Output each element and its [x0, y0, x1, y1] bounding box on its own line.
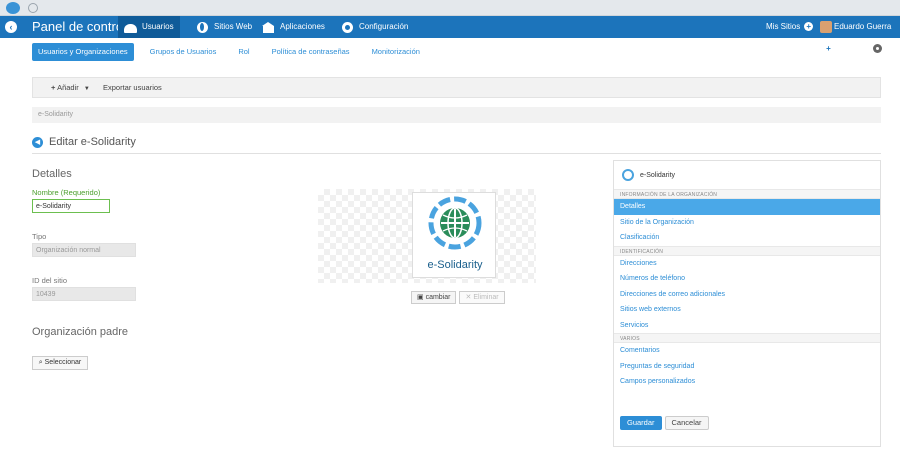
page-title: ◀ Editar e-Solidarity [32, 136, 136, 148]
options-gear-icon[interactable] [873, 44, 882, 53]
toolbar: + Añadir ▼ Exportar usuarios [32, 77, 881, 98]
back-icon[interactable]: ‹ [5, 21, 17, 33]
details-heading: Detalles [32, 168, 72, 180]
add-menu-button[interactable]: + Añadir ▼ [51, 83, 90, 92]
tab-label: Usuarios [142, 22, 174, 31]
change-logo-button[interactable]: ▣ cambiar [411, 291, 457, 304]
export-users-button[interactable]: Exportar usuarios [103, 83, 162, 92]
my-sites-label: Mis Sitios [766, 22, 801, 31]
select-parent-button[interactable]: ⌕ Seleccionar [32, 356, 88, 370]
globe-logo-icon [428, 196, 482, 250]
globe-icon [196, 21, 209, 33]
breadcrumb[interactable]: e-Solidarity [32, 107, 881, 123]
type-label: Tipo [32, 232, 47, 241]
divider [32, 153, 881, 154]
name-label: Nombre (Requerido) [32, 188, 101, 197]
sidebar-link-detalles[interactable]: Detalles [614, 199, 880, 215]
delete-logo-button[interactable]: ✕ Eliminar [459, 291, 505, 304]
sidebar-link-sitios-web[interactable]: Sitios web externos [614, 302, 880, 318]
sidebar-link-comentarios[interactable]: Comentarios [614, 343, 880, 359]
close-icon: ✕ [465, 294, 472, 301]
tab-label: Configuración [359, 22, 409, 31]
logo-text: e-Solidarity [427, 259, 483, 271]
tab-aplicaciones[interactable]: Aplicaciones [256, 16, 331, 38]
subnav-rol[interactable]: Rol [232, 43, 255, 61]
sidebar-link-preguntas[interactable]: Preguntas de seguridad [614, 359, 880, 375]
parent-org-heading: Organización padre [32, 326, 129, 338]
sidebar-header: e-Solidarity [614, 161, 880, 189]
cancel-button[interactable]: Cancelar [664, 416, 709, 430]
my-sites-menu[interactable]: Mis Sitios + [766, 16, 814, 38]
store-icon [262, 21, 275, 33]
site-id-field: 10439 [32, 287, 136, 301]
sidebar-link-correo[interactable]: Direcciones de correo adicionales [614, 287, 880, 303]
tab-label: Sitios Web [214, 22, 253, 31]
logo-actions: ▣ cambiar ✕ Eliminar [411, 291, 505, 304]
plus-icon: + [824, 44, 833, 54]
select-label: Seleccionar [44, 359, 82, 366]
sidebar-link-servicios[interactable]: Servicios [614, 318, 880, 334]
subnav-grupos-usuarios[interactable]: Grupos de Usuarios [144, 43, 223, 61]
delete-label: Eliminar [473, 294, 499, 301]
gear-icon [341, 21, 354, 33]
avatar [820, 20, 832, 33]
section-header: IDENTIFICACIÓN [614, 245, 880, 256]
search-icon: ⌕ [38, 359, 43, 366]
sidebar-link-clasificacion[interactable]: Clasificación [614, 230, 880, 246]
sidebar-link-direcciones[interactable]: Direcciones [614, 256, 880, 272]
image-icon: ▣ [417, 294, 424, 301]
tab-configuracion[interactable]: Configuración [335, 16, 414, 38]
section-header: VARIOS [614, 333, 880, 343]
browser-tab-icon[interactable] [28, 3, 38, 13]
name-input[interactable]: e-Solidarity [32, 199, 110, 213]
form-actions: Guardar Cancelar [620, 416, 709, 430]
subnav-politica-contrasenas[interactable]: Política de contraseñas [266, 43, 356, 61]
user-menu[interactable]: Eduardo Guerra + [820, 16, 900, 54]
control-panel-title[interactable]: Panel de control [32, 19, 126, 34]
caret-down-icon: ▼ [83, 86, 90, 92]
organization-logo-icon [622, 169, 634, 181]
control-panel-topbar: ‹ Panel de control Usuarios Sitios Web A… [0, 16, 900, 54]
type-field: Organización normal [32, 243, 136, 257]
save-button[interactable]: Guardar [620, 416, 662, 430]
user-name: Eduardo Guerra [834, 22, 892, 31]
sidebar-org-name: e-Solidarity [640, 171, 676, 179]
tab-label: Aplicaciones [280, 22, 325, 31]
sidebar-link-telefonos[interactable]: Números de teléfono [614, 271, 880, 287]
page-title-text: Editar e-Solidarity [49, 136, 136, 148]
subnav-monitorizacion[interactable]: Monitorización [366, 43, 426, 61]
users-icon [124, 22, 137, 33]
subnav-usuarios-organizaciones[interactable]: Usuarios y Organizaciones [32, 43, 134, 61]
browser-tab-strip [0, 0, 900, 16]
site-id-label: ID del sitio [32, 276, 68, 285]
tab-usuarios[interactable]: Usuarios [118, 16, 180, 38]
plus-icon: + [51, 83, 56, 92]
sidebar-link-campos[interactable]: Campos personalizados [614, 374, 880, 390]
change-label: cambiar [425, 294, 451, 301]
section-header: INFORMACIÓN DE LA ORGANIZACIÓN [614, 189, 880, 199]
add-label: Añadir [57, 83, 79, 92]
sidebar-link-sitio[interactable]: Sitio de la Organización [614, 215, 880, 231]
organization-logo: e-Solidarity [412, 192, 496, 278]
subnav: Usuarios y Organizaciones Grupos de Usua… [32, 43, 436, 61]
organization-sidebar: e-Solidarity INFORMACIÓN DE LA ORGANIZAC… [613, 160, 881, 447]
browser-logo-icon [6, 2, 20, 14]
tab-sitios-web[interactable]: Sitios Web [190, 16, 258, 38]
back-arrow-icon[interactable]: ◀ [32, 136, 43, 148]
plus-icon: + [804, 22, 814, 32]
